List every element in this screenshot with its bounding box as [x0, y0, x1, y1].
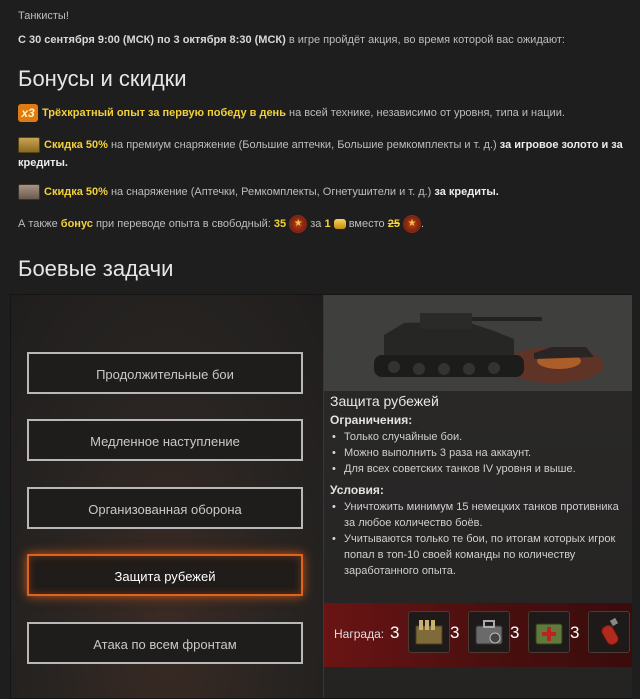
fire-extinguisher-icon: [588, 611, 630, 653]
bonus-premium-highlight: Скидка 50%: [44, 139, 108, 151]
restrictions-list: Только случайные бои. Можно выполнить 3 …: [330, 429, 624, 477]
reward-count: 3: [390, 623, 400, 642]
greeting: Танкисты!: [18, 10, 69, 22]
xp-instead: вместо: [345, 218, 388, 230]
task-button-long-battles[interactable]: Продолжительные бои: [27, 352, 303, 394]
bonus-premium-text: на премиум снаряжение (Большие аптечки, …: [107, 139, 500, 151]
reward-item: 3: [390, 611, 450, 657]
conditions-title: Условия:: [330, 483, 384, 497]
gold-icon: [333, 219, 346, 230]
task-list: Продолжительные бои Медленное наступлени…: [11, 295, 323, 698]
condition-item: Уничтожить минимум 15 немецких танков пр…: [332, 499, 624, 531]
reward-bar: Награда: 3 3 3 3: [324, 603, 632, 667]
tank-illustration: [324, 295, 632, 391]
promo-dates-range: С 30 сентября 9:00 (МСК) по 3 октября 8:…: [18, 34, 286, 46]
free-xp-icon: ★: [289, 215, 308, 234]
xp-mid: при переводе опыта в свободный:: [92, 218, 274, 230]
bonus-equipment-tail: за кредиты.: [434, 186, 499, 198]
bonus-x3-text: на всей технике, независимо от уровня, т…: [285, 107, 565, 119]
xp-num-35: 35: [273, 218, 287, 230]
xp-num-1: 1: [324, 218, 331, 230]
bonus-equipment-row: Скидка 50% на снаряжение (Аптечки, Ремко…: [18, 183, 628, 201]
xp-for: за: [307, 218, 325, 230]
condition-item: Учитываются только те бои, по итогам кот…: [332, 531, 624, 579]
first-aid-kit-icon: [528, 611, 570, 653]
free-xp-icon-2: ★: [403, 215, 422, 234]
bonus-x3-highlight: Трёхкратный опыт за первую победу в день: [42, 107, 286, 119]
conditions-list: Уничтожить минимум 15 немецких танков пр…: [330, 499, 624, 579]
task-detail-pane: Защита рубежей Ограничения: Только случа…: [323, 295, 632, 698]
bonus-premium-row: Скидка 50% на премиум снаряжение (Больши…: [18, 136, 628, 172]
reward-count: 3: [570, 623, 580, 642]
bonus-equipment-highlight: Скидка 50%: [44, 186, 108, 198]
promo-dates: С 30 сентября 9:00 (МСК) по 3 октября 8:…: [18, 34, 565, 46]
bonus-xp-conversion-row: А также бонус при переводе опыта в свобо…: [18, 215, 628, 234]
bonus-x3-row: x3 Трёхкратный опыт за первую победу в де…: [18, 104, 628, 123]
restriction-item: Для всех советских танков IV уровня и вы…: [332, 461, 624, 477]
x3-experience-icon: x3: [18, 104, 38, 123]
reward-item: 3: [510, 611, 570, 657]
promo-dates-text: в игре пройдёт акция, во время которой в…: [285, 34, 565, 46]
restrictions-title: Ограничения:: [330, 413, 413, 427]
task-button-all-fronts-attack[interactable]: Атака по всем фронтам: [27, 622, 303, 664]
restriction-item: Только случайные бои.: [332, 429, 624, 445]
task-button-line-defense[interactable]: Защита рубежей: [27, 554, 303, 596]
tasks-heading: Боевые задачи: [18, 256, 174, 281]
restriction-item: Можно выполнить 3 раза на аккаунт.: [332, 445, 624, 461]
task-button-organized-defense[interactable]: Организованная оборона: [27, 487, 303, 529]
equipment-icon: [18, 184, 40, 201]
bonuses-heading: Бонусы и скидки: [18, 66, 187, 91]
battle-tasks-panel: Продолжительные бои Медленное наступлени…: [10, 294, 632, 699]
premium-equipment-icon: [18, 137, 40, 154]
task-button-slow-advance[interactable]: Медленное наступление: [27, 419, 303, 461]
bonus-equipment-text: на снаряжение (Аптечки, Ремкомплекты, Ог…: [107, 186, 435, 198]
xp-end: .: [421, 218, 425, 230]
reward-count: 3: [510, 623, 520, 642]
reward-item: 3: [450, 611, 510, 657]
reward-label: Награда:: [334, 627, 385, 641]
reward-item: 3: [570, 611, 630, 657]
task-hero-image: [324, 295, 632, 391]
ammo-crate-icon: [408, 611, 450, 653]
xp-num-25: 25: [387, 218, 400, 230]
reward-count: 3: [450, 623, 460, 642]
xp-pre: А также: [18, 218, 61, 230]
xp-bonus-word: бонус: [60, 218, 93, 230]
task-description: Защита рубежей Ограничения: Только случа…: [330, 393, 624, 579]
repair-kit-icon: [468, 611, 510, 653]
task-title: Защита рубежей: [330, 393, 439, 409]
